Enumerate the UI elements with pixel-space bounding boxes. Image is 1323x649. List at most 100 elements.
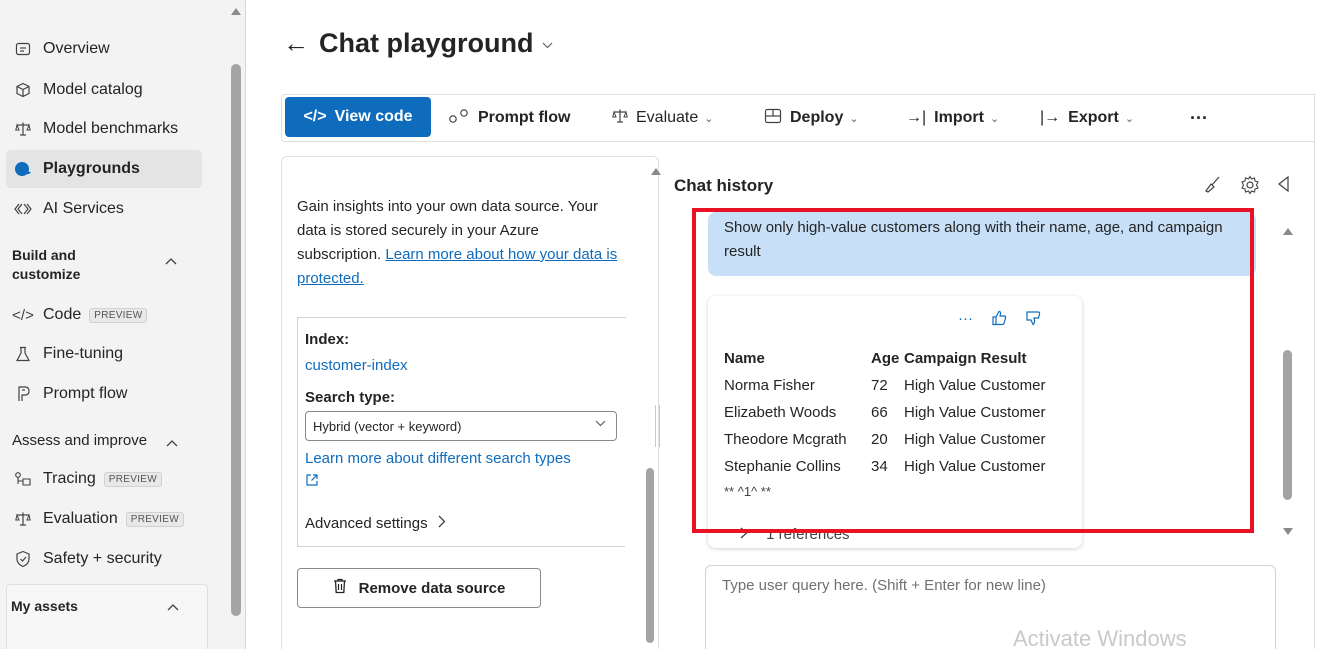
scroll-up-arrow[interactable]	[651, 168, 661, 175]
sidebar-item-code[interactable]: </> Code PREVIEW	[6, 296, 202, 334]
column-header: Campaign Result	[904, 349, 1027, 367]
sidebar-item-ai-services[interactable]: AI Services	[6, 190, 202, 228]
clear-chat-icon[interactable]	[1203, 175, 1223, 198]
section-build-customize[interactable]: Build and customize	[12, 246, 80, 284]
table-cell: Elizabeth Woods	[724, 404, 837, 421]
sidebar-item-fine-tuning[interactable]: Fine-tuning	[6, 335, 202, 373]
view-code-button[interactable]: </> View code	[285, 97, 431, 137]
gear-icon[interactable]	[1240, 175, 1260, 200]
citation-footnote: ** ^1^ **	[724, 484, 771, 499]
sidebar-item-tracing[interactable]: Tracing PREVIEW	[6, 460, 202, 498]
data-intro-text: Gain insights into your own data source.…	[297, 195, 627, 291]
user-message-bubble: Show only high-value customers along wit…	[708, 212, 1256, 276]
link-label: Learn more about different search types	[305, 450, 571, 467]
button-label: Export	[1068, 109, 1119, 126]
search-type-dropdown[interactable]: Hybrid (vector + keyword)	[305, 411, 617, 441]
sidebar-item-label: Overview	[43, 40, 110, 57]
open-external-icon	[305, 474, 319, 491]
import-icon: →|	[906, 109, 927, 126]
chevron-down-icon: ⌄	[989, 112, 1000, 125]
scroll-up-arrow[interactable]	[1283, 228, 1293, 235]
table-row: Theodore Mcgrath 20 High Value Customer	[724, 426, 1074, 453]
preview-badge: PREVIEW	[89, 307, 148, 323]
thumbs-down-icon[interactable]	[1025, 310, 1041, 330]
button-label: Remove data source	[358, 579, 506, 597]
export-button[interactable]: |→ Export ⌄	[1040, 95, 1134, 141]
references-toggle[interactable]: 1 references	[740, 526, 850, 543]
table-cell: High Value Customer	[904, 377, 1046, 394]
more-icon: ···	[1190, 107, 1208, 128]
table-cell: 66	[871, 404, 888, 421]
code-icon: </>	[303, 108, 327, 125]
table-cell: High Value Customer	[904, 431, 1046, 448]
sidebar-item-label: Tracing	[43, 470, 96, 487]
export-icon: |→	[1040, 109, 1061, 126]
sidebar-scrollbar[interactable]	[231, 64, 241, 616]
data-panel-scrollbar[interactable]	[646, 468, 654, 643]
table-header-row: Name Age Campaign Result	[724, 344, 1074, 372]
sidebar-item-model-benchmarks[interactable]: Model benchmarks	[6, 110, 202, 148]
panel-border	[1314, 94, 1315, 649]
prompt-flow-button[interactable]: Prompt flow	[448, 95, 570, 141]
my-assets-section[interactable]: My assets	[6, 584, 208, 649]
search-types-link[interactable]: Learn more about different search types	[305, 447, 625, 495]
evaluate-button[interactable]: Evaluate ⌄	[612, 95, 713, 141]
back-arrow-icon[interactable]: ←	[283, 28, 309, 59]
trash-icon	[333, 578, 347, 598]
dropdown-value: Hybrid (vector + keyword)	[313, 418, 462, 434]
advanced-settings-label: Advanced settings	[305, 515, 428, 532]
table-cell: High Value Customer	[904, 404, 1046, 421]
section-label: Build and	[12, 247, 76, 263]
table-row: Stephanie Collins 34 High Value Customer	[724, 453, 1074, 480]
benchmarks-icon	[12, 119, 34, 139]
data-source-panel: Gain insights into your own data source.…	[281, 156, 659, 649]
tracing-icon	[12, 469, 34, 489]
chevron-down-icon: ⌄	[1124, 112, 1135, 125]
remove-data-source-button[interactable]: Remove data source	[297, 568, 541, 608]
sidebar-item-label: Model catalog	[43, 81, 143, 98]
table-cell: High Value Customer	[904, 458, 1046, 475]
button-label: Import	[934, 109, 984, 126]
table-cell: Stephanie Collins	[724, 458, 841, 475]
section-label: My assets	[11, 598, 78, 614]
chevron-down-icon: ⌄	[704, 112, 714, 125]
sidebar-item-evaluation[interactable]: Evaluation PREVIEW	[6, 500, 202, 538]
preview-badge: PREVIEW	[125, 511, 184, 527]
index-value-link[interactable]: customer-index	[305, 357, 408, 374]
table-cell: 20	[871, 431, 888, 448]
section-assess-improve[interactable]: Assess and improve	[12, 431, 147, 450]
chevron-down-icon[interactable]	[542, 36, 553, 52]
chevron-up-icon[interactable]	[166, 434, 178, 450]
chevron-up-icon[interactable]	[167, 598, 179, 614]
more-options-button[interactable]: ···	[1190, 95, 1208, 141]
sidebar-item-prompt-flow[interactable]: Prompt flow	[6, 375, 202, 413]
sidebar-item-overview[interactable]: Overview	[6, 30, 202, 68]
import-button[interactable]: →| Import ⌄	[906, 95, 999, 141]
sidebar-item-playgrounds[interactable]: Playgrounds	[6, 150, 202, 188]
section-label: Assess and improve	[12, 432, 148, 449]
chevron-right-icon	[438, 515, 446, 532]
code-icon: </>	[12, 306, 34, 324]
panel-resize-handle[interactable]	[655, 405, 660, 447]
chat-query-input[interactable]: Type user query here. (Shift + Enter for…	[705, 565, 1276, 649]
chat-scrollbar[interactable]	[1283, 350, 1292, 500]
sidebar-item-label: Prompt flow	[43, 385, 128, 402]
button-label: Evaluate	[636, 109, 699, 126]
collapse-panel-icon[interactable]	[1276, 175, 1290, 198]
advanced-settings-toggle[interactable]: Advanced settings	[305, 515, 446, 532]
deploy-icon	[764, 108, 782, 129]
index-settings-box: Index: customer-index Search type: Hybri…	[297, 317, 626, 547]
more-options-icon[interactable]: ···	[958, 310, 973, 330]
flow-icon	[448, 108, 470, 129]
sidebar-item-model-catalog[interactable]: Model catalog	[6, 71, 202, 109]
scroll-up-arrow[interactable]	[231, 8, 241, 15]
left-nav-sidebar: Overview Model catalog Model benchmarks …	[0, 0, 246, 649]
thumbs-up-icon[interactable]	[991, 310, 1007, 330]
deploy-button[interactable]: Deploy ⌄	[764, 95, 859, 141]
sidebar-item-label: Safety + security	[43, 550, 162, 567]
chevron-up-icon[interactable]	[165, 252, 177, 268]
sidebar-item-safety-security[interactable]: Safety + security	[6, 540, 202, 578]
references-label: 1 references	[766, 526, 850, 543]
scroll-down-arrow[interactable]	[1283, 528, 1293, 535]
sidebar-item-label: Evaluation	[43, 510, 118, 527]
